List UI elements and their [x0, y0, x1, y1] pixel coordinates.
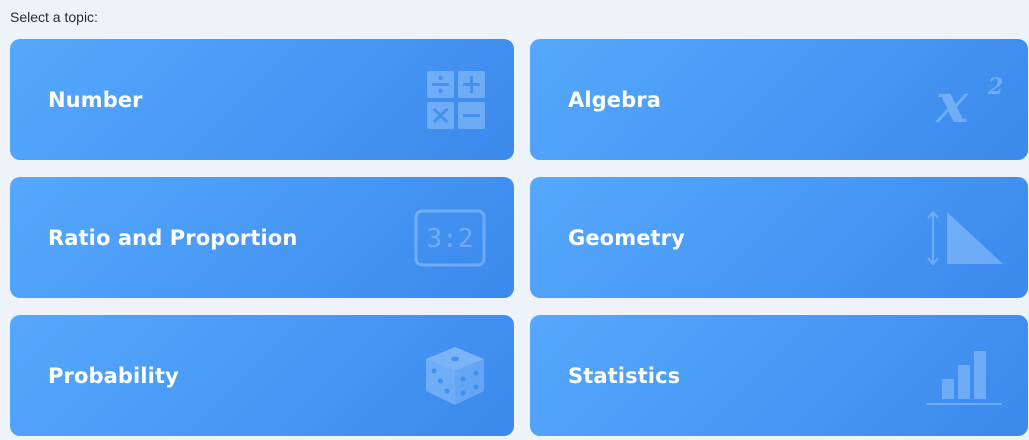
algebra-base: x — [935, 71, 969, 130]
topic-label: Geometry — [568, 225, 685, 250]
topic-label: Number — [48, 87, 143, 112]
topic-label: Ratio and Proportion — [48, 225, 298, 250]
topic-card-algebra[interactable]: Algebra x 2 — [530, 39, 1028, 160]
topic-label: Algebra — [568, 87, 661, 112]
topic-card-geometry[interactable]: Geometry — [530, 177, 1028, 298]
topic-card-number[interactable]: Number — [10, 39, 514, 160]
operations-icon — [426, 70, 486, 130]
topic-card-statistics[interactable]: Statistics — [530, 315, 1028, 436]
topic-card-probability[interactable]: Probability — [10, 315, 514, 436]
x-squared-icon: x 2 — [934, 70, 1016, 130]
ratio-icon: 3:2 — [414, 209, 486, 267]
topic-label: Probability — [48, 363, 179, 388]
triangle-measure-icon — [923, 208, 1005, 268]
algebra-exponent: 2 — [987, 74, 1003, 100]
topic-card-ratio-and-proportion[interactable]: Ratio and Proportion 3:2 — [10, 177, 514, 298]
topic-grid: Number Algebra x 2 Ratio and Proportion … — [10, 39, 1028, 436]
topic-label: Statistics — [568, 363, 681, 388]
topic-prompt: Select a topic: — [10, 9, 98, 25]
dice-icon — [422, 345, 488, 407]
ratio-text: 3:2 — [427, 224, 474, 254]
bar-chart-icon — [924, 345, 1004, 407]
